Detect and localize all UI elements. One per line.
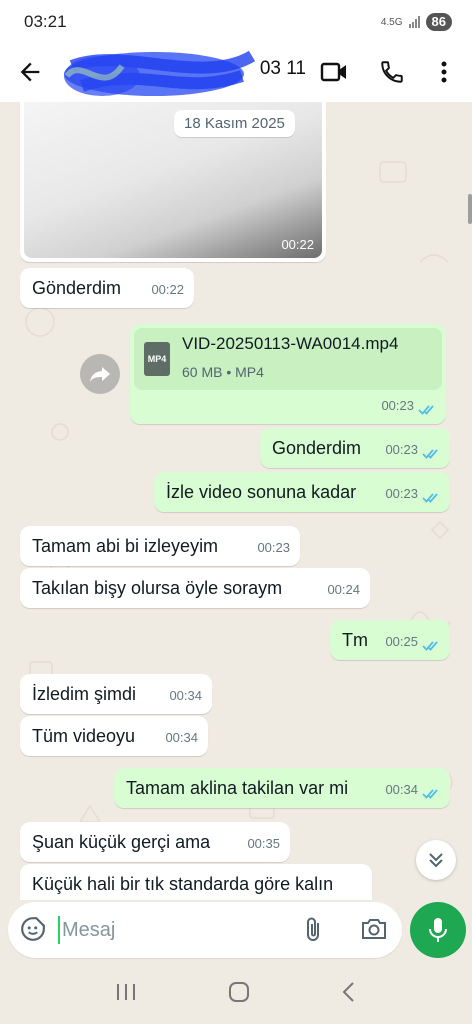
message-time: 00:22: [281, 237, 314, 252]
message-bubble[interactable]: Tamam abi bi izleyeyim 00:23: [20, 526, 300, 566]
read-ticks-icon: [422, 493, 438, 503]
recent-apps-icon[interactable]: [115, 982, 137, 1007]
chat-header: 03 11: [0, 44, 472, 102]
read-ticks-icon: [422, 449, 438, 459]
signal-icon: [408, 16, 420, 28]
file-meta: 60 MB • MP4: [182, 364, 264, 380]
status-bar: 03:21 4.5G 86: [0, 0, 472, 44]
system-nav-bar: [0, 964, 472, 1024]
message-input-bar: [0, 900, 472, 964]
message-text: Tüm videoyu: [32, 726, 136, 746]
message-bubble[interactable]: Tüm videoyu 00:34: [20, 716, 208, 756]
back-nav-icon[interactable]: [341, 981, 357, 1008]
message-time: 00:34: [165, 730, 198, 745]
forward-icon: [90, 367, 110, 382]
mic-icon: [429, 918, 447, 942]
video-call-icon[interactable]: [318, 56, 350, 88]
status-indicators: 4.5G 86: [381, 13, 452, 31]
status-time: 03:21: [24, 12, 67, 31]
camera-icon[interactable]: [360, 916, 388, 947]
message-text: Tamam abi bi izleyeyim: [32, 536, 219, 556]
scroll-to-bottom-button[interactable]: [416, 840, 456, 880]
message-text: Gonderdim: [272, 438, 362, 458]
message-time: 00:22: [151, 282, 184, 297]
file-message[interactable]: MP4 VID-20250113-WA0014.mp4 60 MB • MP4 …: [130, 324, 446, 424]
message-bubble[interactable]: İzledim şimdi 00:34: [20, 674, 212, 714]
message-bubble[interactable]: Takılan bişy olursa öyle soraym 00:24: [20, 568, 370, 608]
message-text: Takılan bişy olursa öyle soraym: [32, 578, 283, 598]
message-bubble[interactable]: Küçük hali bir tık standarda göre kalın: [20, 864, 372, 900]
message-text: Tm: [342, 630, 368, 650]
message-time: 00:23: [385, 486, 418, 501]
read-ticks-icon: [418, 405, 434, 415]
message-bubble[interactable]: Tamam aklina takilan var mi 00:34: [114, 768, 450, 808]
message-bubble[interactable]: İzle video sonuna kadar 00:23: [154, 472, 450, 512]
more-vert-icon[interactable]: [428, 56, 460, 88]
attach-icon[interactable]: [302, 916, 326, 949]
sticker-icon[interactable]: [20, 916, 46, 947]
message-time: 00:24: [327, 582, 360, 597]
double-chevron-down-icon: [429, 853, 443, 868]
message-composer[interactable]: [8, 902, 402, 958]
message-time: 00:23: [385, 442, 418, 457]
file-attachment[interactable]: MP4 VID-20250113-WA0014.mp4 60 MB • MP4: [134, 328, 442, 390]
message-time: 00:25: [385, 634, 418, 649]
message-time: 00:34: [385, 782, 418, 797]
voice-record-button[interactable]: [410, 902, 466, 958]
back-arrow-icon[interactable]: [16, 58, 44, 86]
date-chip: 18 Kasım 2025: [174, 110, 295, 137]
phone-icon[interactable]: [376, 56, 408, 88]
network-type: 4.5G: [380, 16, 403, 28]
message-time: 00:34: [169, 688, 202, 703]
message-bubble[interactable]: Şuan küçük gerçi ama 00:35: [20, 822, 290, 862]
message-text: Gönderdim: [32, 278, 122, 298]
message-bubble[interactable]: Gönderdim 00:22: [20, 268, 194, 308]
battery-level: 86: [425, 13, 452, 31]
message-bubble[interactable]: Gonderdim 00:23: [260, 428, 450, 468]
file-name: VID-20250113-WA0014.mp4: [182, 334, 399, 353]
read-ticks-icon: [422, 789, 438, 799]
message-time: 00:35: [247, 836, 280, 851]
message-time: 00:23: [257, 540, 290, 555]
message-text: Tamam aklina takilan var mi: [126, 778, 349, 798]
message-input[interactable]: [58, 916, 278, 944]
message-text: İzledim şimdi: [32, 684, 137, 704]
mp4-file-icon: MP4: [144, 342, 170, 376]
message-time: 00:23: [381, 398, 414, 413]
message-text: Küçük hali bir tık standarda göre kalın: [32, 874, 334, 894]
read-ticks-icon: [422, 641, 438, 651]
chat-area[interactable]: 00:22 18 Kasım 2025 Gönderdim 00:22 MP4 …: [0, 102, 472, 900]
message-bubble[interactable]: Tm 00:25: [330, 620, 450, 660]
scrollbar[interactable]: [468, 194, 472, 224]
message-text: Şuan küçük gerçi ama: [32, 832, 211, 852]
home-icon[interactable]: [228, 981, 250, 1008]
redaction-scribble: [64, 50, 256, 96]
forward-button[interactable]: [80, 354, 120, 394]
message-text: İzle video sonuna kadar: [166, 482, 357, 502]
